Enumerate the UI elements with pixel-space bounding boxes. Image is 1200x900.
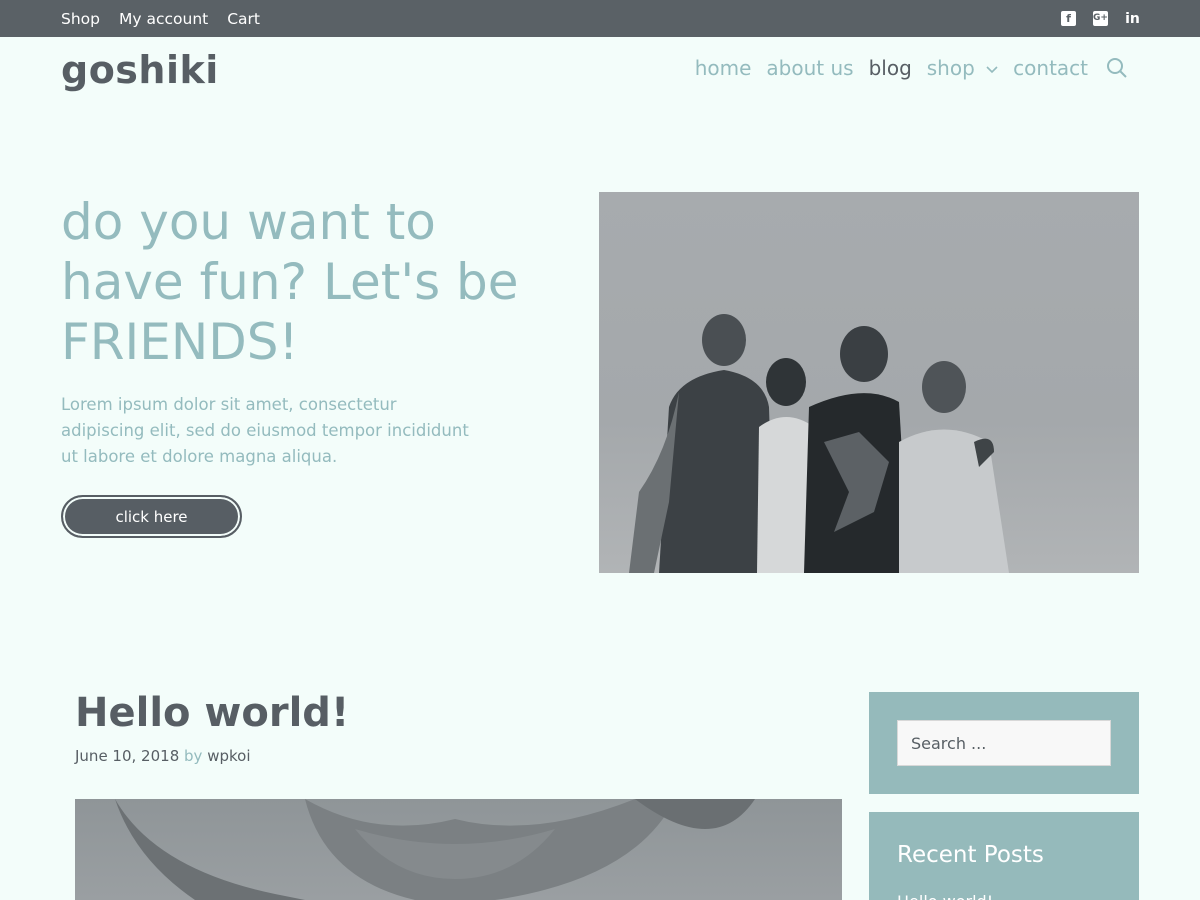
search-icon[interactable] bbox=[1105, 56, 1129, 80]
top-bar: Shop My account Cart f G+ in bbox=[0, 0, 1200, 37]
post-date[interactable]: June 10, 2018 bbox=[75, 747, 179, 765]
recent-post-link[interactable]: Hello world! bbox=[897, 892, 993, 900]
search-input[interactable] bbox=[897, 720, 1111, 766]
top-link-my-account[interactable]: My account bbox=[119, 10, 208, 28]
post-title[interactable]: Hello world! bbox=[75, 690, 349, 736]
post-meta: June 10, 2018 by wpkoi bbox=[75, 747, 251, 765]
chevron-down-icon bbox=[986, 65, 998, 73]
top-bar-links: Shop My account Cart bbox=[61, 0, 279, 37]
post-by-label: by bbox=[184, 747, 203, 765]
nav-item-home[interactable]: home bbox=[695, 56, 752, 80]
nav-item-shop-label: shop bbox=[926, 56, 975, 80]
nav-item-about-us[interactable]: about us bbox=[766, 56, 853, 80]
facebook-icon[interactable]: f bbox=[1061, 11, 1076, 26]
friends-photo-illustration bbox=[629, 314, 1009, 573]
hero-image-friends bbox=[599, 192, 1139, 573]
hero-text: Lorem ipsum dolor sit amet, consectetur … bbox=[61, 395, 469, 466]
recent-posts-title: Recent Posts bbox=[897, 842, 1044, 868]
top-link-cart[interactable]: Cart bbox=[227, 10, 260, 28]
nav-item-contact[interactable]: contact bbox=[1013, 56, 1088, 80]
hero-title: do you want to have fun? Let's be FRIEND… bbox=[61, 193, 519, 371]
nav-item-shop[interactable]: shop bbox=[927, 56, 998, 80]
search-widget bbox=[869, 692, 1139, 794]
nav-item-blog[interactable]: blog bbox=[869, 56, 912, 80]
hero-cta-button[interactable]: click here bbox=[61, 495, 242, 538]
top-link-shop[interactable]: Shop bbox=[61, 10, 100, 28]
post-author[interactable]: wpkoi bbox=[207, 747, 250, 765]
post-featured-image[interactable] bbox=[75, 799, 842, 900]
linkedin-icon[interactable]: in bbox=[1125, 11, 1140, 27]
google-plus-icon[interactable]: G+ bbox=[1093, 11, 1108, 26]
social-links: f G+ in bbox=[1044, 0, 1140, 37]
recent-posts-widget: Recent Posts Hello world! bbox=[869, 812, 1139, 900]
main-nav: home about us blog shop contact bbox=[680, 56, 1129, 80]
site-logo[interactable]: goshiki bbox=[61, 48, 219, 92]
animal-photo-illustration bbox=[115, 799, 755, 900]
